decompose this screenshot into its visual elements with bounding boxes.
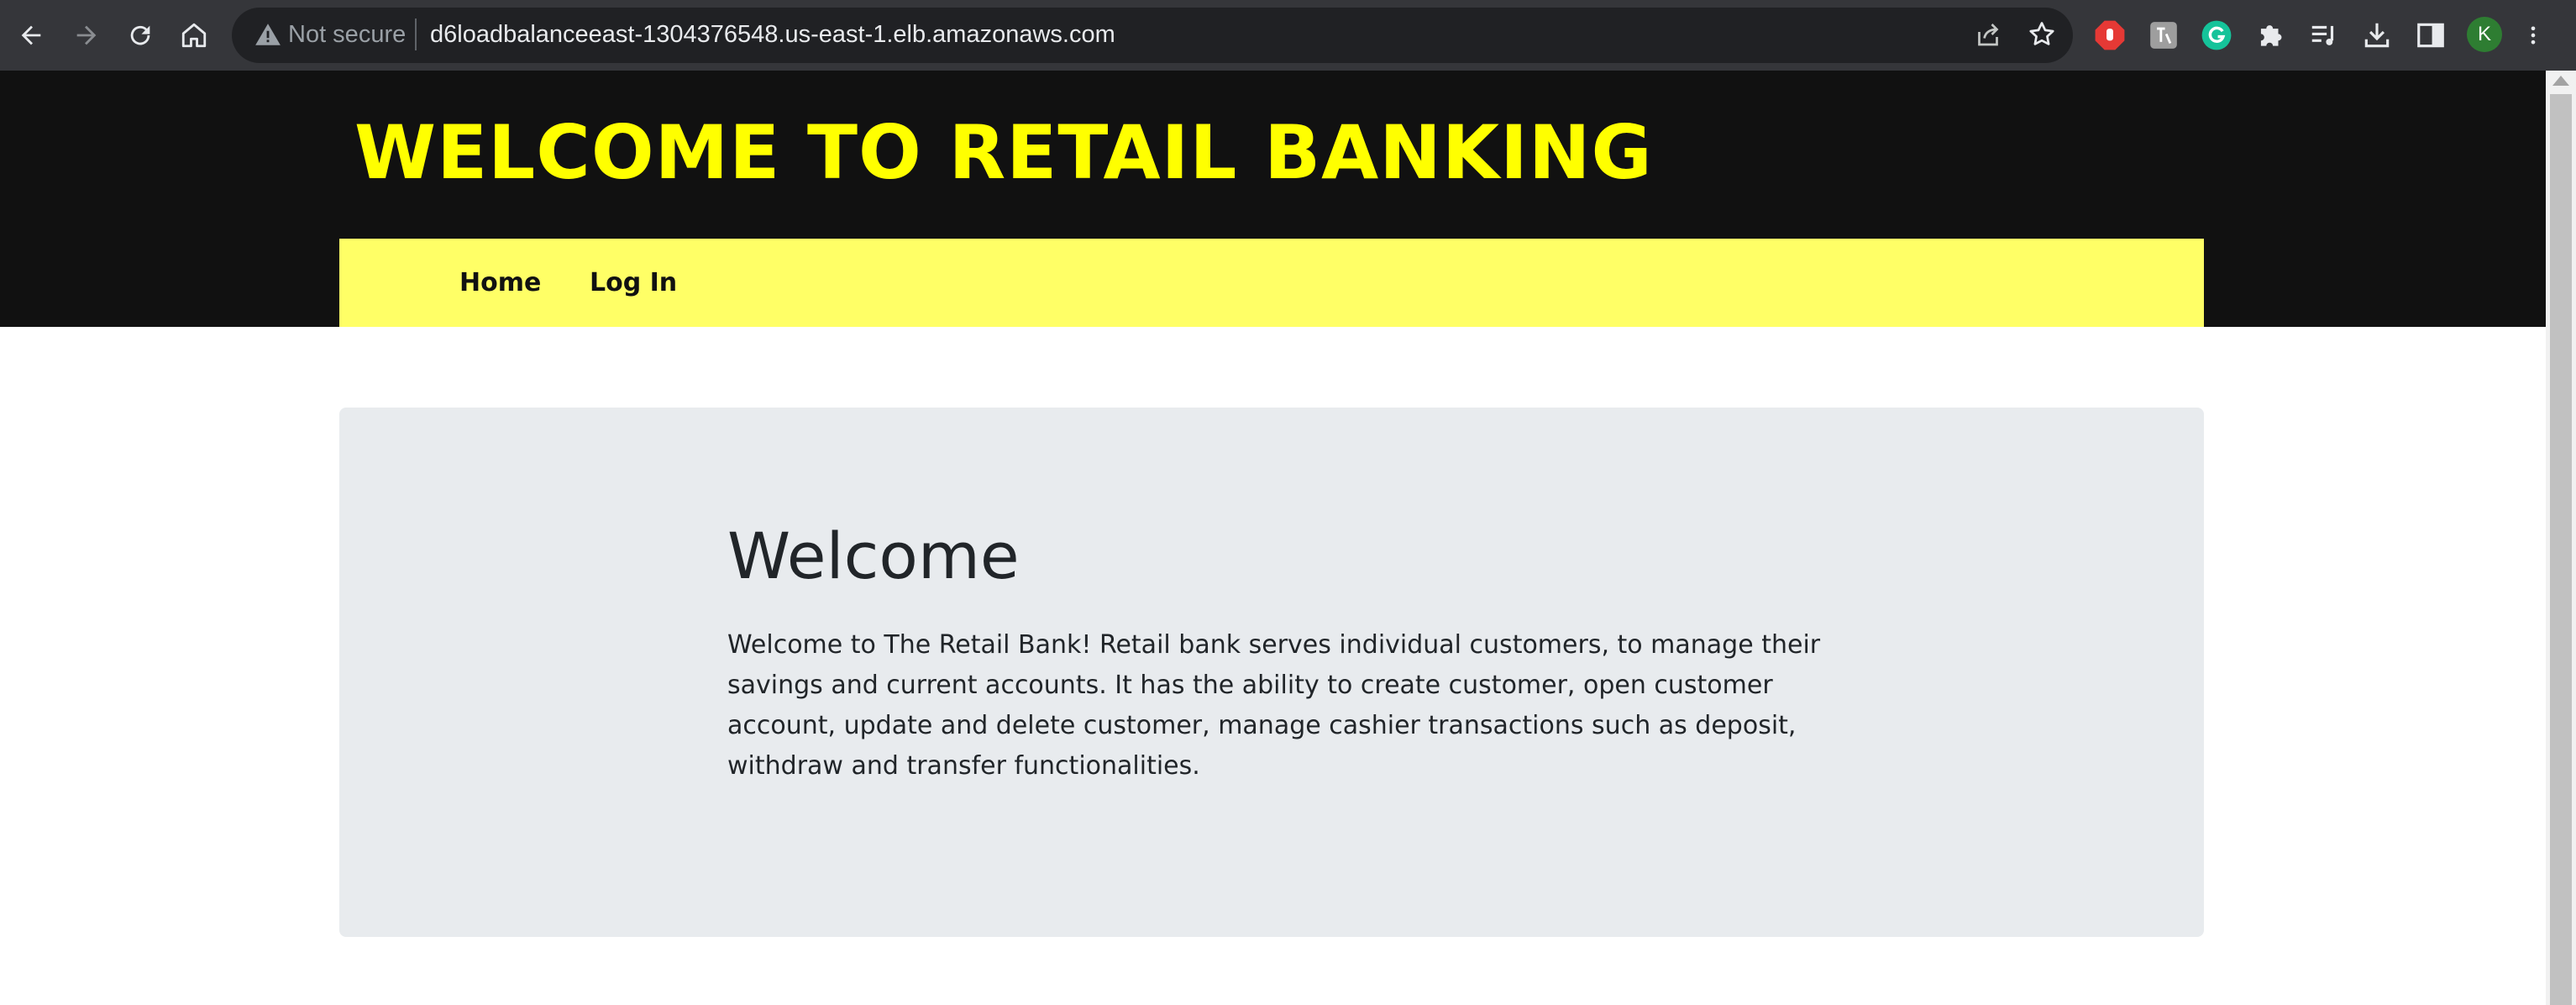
star-icon — [2029, 22, 2054, 45]
browser-toolbar: Not secure d6loadbalanceeast-1304376548.… — [0, 0, 2576, 71]
url-divider — [415, 18, 417, 50]
reload-button[interactable] — [117, 12, 164, 59]
share-icon — [1978, 24, 1999, 46]
side-panel-icon — [2417, 23, 2444, 48]
warning-icon — [255, 24, 281, 45]
browser-menu-button[interactable] — [2521, 17, 2545, 54]
scrollbar-thumb[interactable] — [2550, 94, 2572, 1005]
forward-arrow-icon — [76, 25, 97, 45]
bookmark-button[interactable] — [2025, 18, 2059, 51]
extensions-button[interactable] — [2252, 17, 2289, 54]
playlist-icon — [2311, 25, 2334, 45]
forward-button[interactable] — [63, 12, 110, 59]
back-arrow-icon — [21, 25, 41, 45]
scroll-up-arrow-icon[interactable] — [2552, 76, 2569, 86]
site-title: WELCOME TO RETAIL BANKING — [354, 109, 1653, 196]
media-controls-button[interactable] — [2306, 17, 2343, 54]
back-button[interactable] — [8, 12, 55, 59]
puzzle-piece-icon — [2260, 25, 2282, 46]
home-icon — [181, 23, 207, 48]
side-panel-button[interactable] — [2412, 17, 2449, 54]
reload-icon — [130, 25, 150, 45]
security-status-label[interactable]: Not secure — [288, 17, 406, 52]
welcome-heading: Welcome — [727, 518, 1020, 593]
downloads-button[interactable] — [2358, 17, 2395, 54]
share-button[interactable] — [1971, 18, 2005, 51]
extension-adblock-button[interactable] — [2091, 17, 2128, 54]
extension-translate-button[interactable] — [2145, 17, 2182, 54]
profile-avatar[interactable]: K — [2467, 17, 2502, 52]
grammarly-icon — [2201, 20, 2232, 50]
nav-home-link[interactable]: Home — [459, 264, 541, 303]
url-text[interactable]: d6loadbalanceeast-1304376548.us-east-1.e… — [430, 17, 1115, 52]
home-button[interactable] — [171, 12, 218, 59]
more-vertical-icon — [2531, 26, 2536, 45]
stop-hand-icon — [2095, 20, 2125, 50]
download-icon — [2364, 23, 2390, 48]
welcome-description: Welcome to The Retail Bank! Retail bank … — [727, 630, 1821, 781]
extension-grammarly-button[interactable] — [2198, 17, 2235, 54]
translate-icon — [2150, 22, 2177, 49]
nav-login-link[interactable]: Log In — [590, 264, 677, 303]
